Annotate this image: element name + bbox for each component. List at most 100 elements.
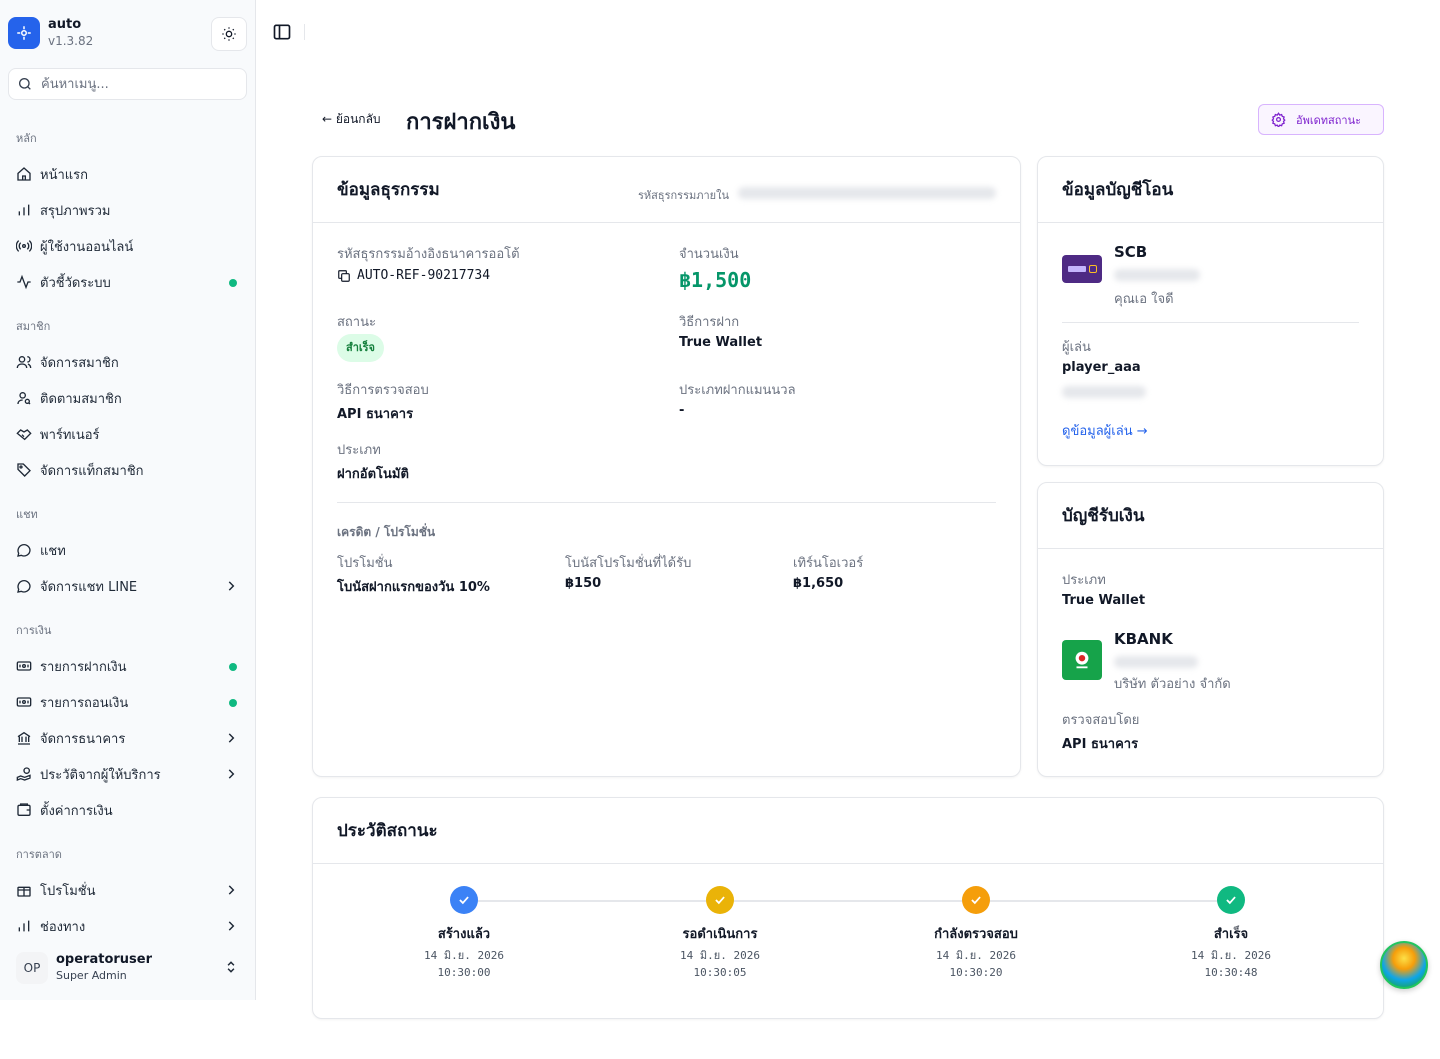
timeline-step-date: 14 มิ.ย. 2026 xyxy=(424,949,504,962)
transfer-bank-name: SCB xyxy=(1114,243,1148,261)
check-icon xyxy=(1217,886,1245,914)
amount-label: จำนวนเงิน xyxy=(679,247,739,262)
sidebar-item-home[interactable]: หน้าแรก xyxy=(0,156,255,192)
internal-id-label: รหัสธุรกรรมภายใน xyxy=(638,189,729,202)
user-name: operatoruser xyxy=(56,952,153,967)
timeline-step: สำเร็จ 14 มิ.ย. 2026 10:30:48 xyxy=(1151,886,1311,981)
sidebar-item-provider-history[interactable]: ประวัติจากผู้ให้บริการ xyxy=(0,756,255,792)
sidebar-item-finance-settings[interactable]: ตั้งค่าการเงิน xyxy=(0,792,255,828)
status-dot xyxy=(229,663,237,671)
search-input[interactable] xyxy=(41,76,231,92)
transfer-account-number-redacted xyxy=(1114,269,1200,281)
search-icon xyxy=(19,78,31,90)
timeline-step-label: รอดำเนินการ xyxy=(682,927,758,942)
sidebar-item-manage-members[interactable]: จัดการสมาชิก xyxy=(0,344,255,380)
manual-type-value: - xyxy=(679,403,685,418)
sidebar-item-label: จัดการสมาชิก xyxy=(40,355,119,371)
gear-icon xyxy=(1271,112,1286,127)
bar-chart-icon xyxy=(16,918,32,934)
sidebar-item-overview[interactable]: สรุปภาพรวม xyxy=(0,192,255,228)
floating-assistant-button[interactable] xyxy=(1380,941,1428,989)
chevron-right-icon xyxy=(228,769,235,779)
sidebar-item-channels[interactable]: ช่องทาง xyxy=(0,908,255,944)
transfer-account-name: คุณเอ ใจดี xyxy=(1114,292,1174,307)
theme-toggle-button[interactable] xyxy=(211,17,247,51)
timeline-step: สร้างแล้ว 14 มิ.ย. 2026 10:30:00 xyxy=(384,886,544,981)
avatar: OP xyxy=(16,952,48,984)
sidebar-item-withdrawals[interactable]: รายการถอนเงิน xyxy=(0,684,255,720)
tag-icon xyxy=(16,462,32,478)
sidebar-item-metrics[interactable]: ตัวชี้วัดระบบ xyxy=(0,264,255,300)
sidebar-item-label: รายการฝากเงิน xyxy=(40,659,127,675)
status-dot xyxy=(229,699,237,707)
timeline-step: กำลังตรวจสอบ 14 มิ.ย. 2026 10:30:20 xyxy=(896,886,1056,981)
type-value: ฝากอัตโนมัติ xyxy=(337,467,409,482)
sidebar-item-promotions[interactable]: โปรโมชั่น xyxy=(0,872,255,908)
sidebar-item-label: ประวัติจากผู้ให้บริการ xyxy=(40,767,161,783)
internal-id-value-redacted xyxy=(738,187,996,199)
sidebar-item-label: รายการถอนเงิน xyxy=(40,695,129,711)
check-icon xyxy=(450,886,478,914)
check-icon xyxy=(706,886,734,914)
bonus-value: ฿150 xyxy=(565,576,602,591)
promo-label: โปรโมชั่น xyxy=(337,556,393,571)
sidebar-item-label: จัดการธนาคาร xyxy=(40,731,126,747)
copy-icon[interactable] xyxy=(337,269,351,283)
receive-account-number-redacted xyxy=(1114,656,1198,668)
sidebar-item-deposits[interactable]: รายการฝากเงิน xyxy=(0,648,255,684)
chat-bubble-icon xyxy=(16,542,32,558)
timeline-step-label: สร้างแล้ว xyxy=(437,927,491,942)
sidebar-item-chat[interactable]: แชท xyxy=(0,532,255,568)
player-label: ผู้เล่น xyxy=(1062,340,1091,355)
sidebar-toggle-button[interactable] xyxy=(272,22,292,42)
money-in-icon xyxy=(16,658,32,674)
topbar-divider xyxy=(304,24,305,40)
menu-search[interactable] xyxy=(8,68,247,100)
nav-group-finance: การเงิน xyxy=(16,624,52,637)
timeline-step-date: 14 มิ.ย. 2026 xyxy=(680,949,760,962)
chevron-right-icon xyxy=(228,921,235,931)
sidebar-item-label: ติดตามสมาชิก xyxy=(40,391,122,407)
user-search-icon xyxy=(16,390,32,406)
radio-broadcast-icon xyxy=(16,238,32,254)
brand[interactable]: auto v1.3.82 xyxy=(8,17,93,49)
timeline-step-time: 10:30:20 xyxy=(949,966,1003,979)
sidebar-item-banks[interactable]: จัดการธนาคาร xyxy=(0,720,255,756)
brand-logo-icon xyxy=(8,17,40,49)
nav-group-marketing: การตลาด xyxy=(16,848,62,861)
player-info-redacted xyxy=(1062,386,1146,398)
view-player-link[interactable]: ดูข้อมูลผู้เล่น → xyxy=(1062,420,1148,441)
timeline-step-date: 14 มิ.ย. 2026 xyxy=(1191,949,1271,962)
chat-bubble-icon xyxy=(16,578,32,594)
wallet-icon xyxy=(16,802,32,818)
sidebar-item-label: ผู้ใช้งานออนไลน์ xyxy=(40,239,134,255)
sidebar-item-label: ตัวชี้วัดระบบ xyxy=(40,275,111,291)
sidebar-item-line-chat[interactable]: จัดการแชท LINE xyxy=(0,568,255,604)
coins-hand-icon xyxy=(16,766,32,782)
manual-type-label: ประเภทฝากแมนนวล xyxy=(679,383,796,398)
receive-account-name: บริษัท ตัวอย่าง จำกัด xyxy=(1114,677,1231,692)
sidebar-item-online-users[interactable]: ผู้ใช้งานออนไลน์ xyxy=(0,228,255,264)
turnover-value: ฿1,650 xyxy=(793,576,844,591)
sidebar-item-partners[interactable]: พาร์ทเนอร์ xyxy=(0,416,255,452)
turnover-label: เทิร์นโอเวอร์ xyxy=(793,556,864,571)
money-out-icon xyxy=(16,694,32,710)
kbank-logo-icon xyxy=(1062,640,1102,680)
chevron-right-icon xyxy=(228,885,235,895)
sidebar-item-member-tags[interactable]: จัดการแท็กสมาชิก xyxy=(0,452,255,488)
sun-icon xyxy=(222,27,236,41)
transaction-card-title: ข้อมูลธุรกรรม xyxy=(337,180,440,200)
ref-value: AUTO-REF-90217734 xyxy=(357,268,491,283)
update-status-button[interactable]: อัพเดทสถานะ xyxy=(1258,104,1384,135)
status-history-title: ประวัติสถานะ xyxy=(337,821,438,841)
sidebar-item-label: สรุปภาพรวม xyxy=(40,203,111,219)
sidebar-item-track-members[interactable]: ติดตามสมาชิก xyxy=(0,380,255,416)
verified-by-value: API ธนาคาร xyxy=(1062,737,1139,752)
user-menu[interactable]: OP operatoruser Super Admin xyxy=(8,944,248,992)
home-icon xyxy=(16,166,32,182)
timeline-step-label: สำเร็จ xyxy=(1213,927,1249,942)
transfer-account-title: ข้อมูลบัญชีโอน xyxy=(1062,180,1174,200)
sidebar-item-label: จัดการแชท LINE xyxy=(40,579,138,595)
back-button[interactable]: ← ย้อนกลับ xyxy=(322,110,381,129)
timeline-track xyxy=(464,900,1231,902)
